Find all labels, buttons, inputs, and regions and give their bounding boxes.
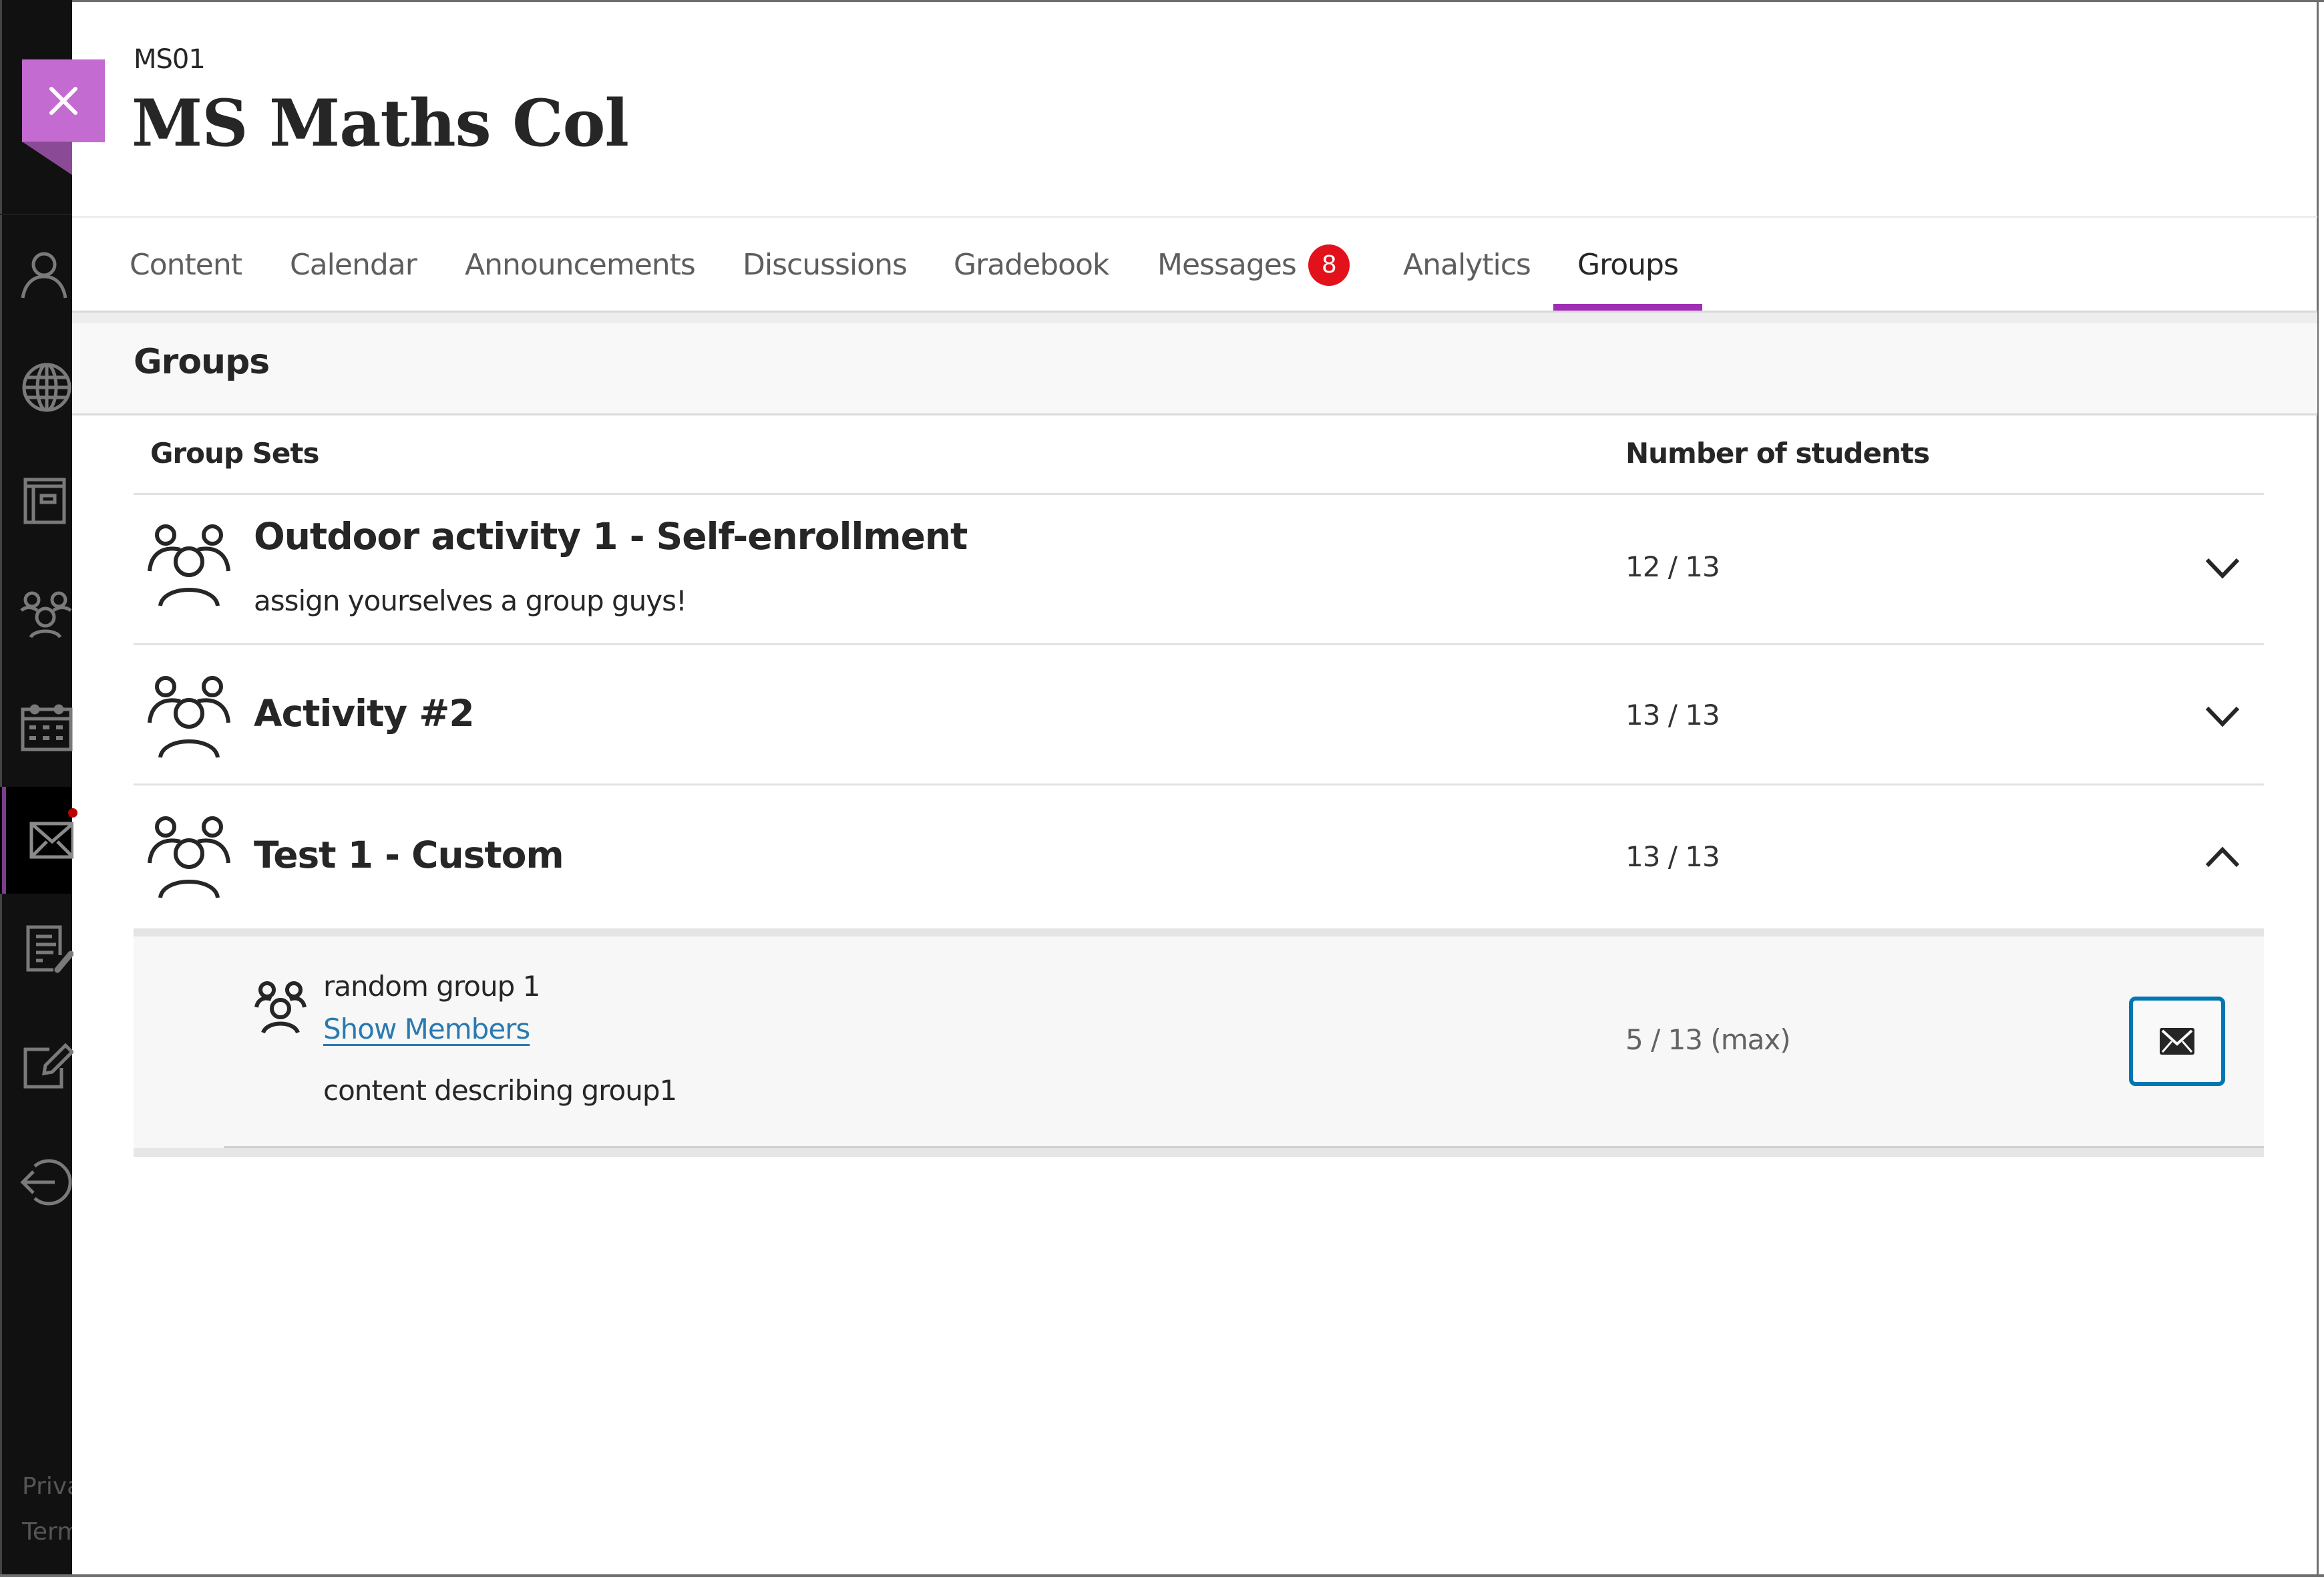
rail-item-sign-out[interactable] xyxy=(20,1156,73,1209)
course-tabs: Content Calendar Announcements Discussio… xyxy=(72,218,2317,312)
tab-label: Announcements xyxy=(465,248,696,282)
rail-item-courses[interactable] xyxy=(20,474,73,528)
window-bottom-border xyxy=(0,1574,2324,1577)
rail-item-calendar[interactable] xyxy=(20,701,73,755)
group-set-student-count: 13 / 13 xyxy=(1625,699,1720,731)
messages-count-badge: 8 xyxy=(1308,244,1350,286)
grades-icon xyxy=(26,925,74,973)
group-set-description: assign yourselves a group guys! xyxy=(254,584,687,617)
show-members-link[interactable]: Show Members xyxy=(323,1013,530,1045)
group-set-title: Test 1 - Custom xyxy=(254,834,564,876)
groups-icon xyxy=(148,524,230,606)
rail-item-profile[interactable] xyxy=(20,247,73,301)
group-set-icon xyxy=(147,523,231,607)
group-set-row[interactable]: Activity #2 13 / 13 xyxy=(134,645,2264,785)
close-tag-fold xyxy=(22,142,72,175)
group-student-count: 5 / 13 (max) xyxy=(1625,1023,1791,1056)
chevron-up-icon xyxy=(2205,846,2240,868)
tab-label: Analytics xyxy=(1403,248,1531,282)
group-set-title: Activity #2 xyxy=(254,692,475,735)
tab-label: Groups xyxy=(1577,248,1679,282)
group-set-title: Outdoor activity 1 - Self-enrollment xyxy=(254,515,968,558)
groups-section-header: Groups xyxy=(72,323,2317,415)
tab-label: Messages xyxy=(1157,248,1297,282)
tab-messages[interactable]: Messages 8 xyxy=(1157,218,1350,312)
group-set-student-count: 13 / 13 xyxy=(1625,840,1720,873)
tabs-shadow xyxy=(72,313,2317,323)
tab-gradebook[interactable]: Gradebook xyxy=(954,218,1109,312)
group-icon xyxy=(254,981,307,1034)
tab-discussions[interactable]: Discussions xyxy=(743,218,908,312)
tab-label: Discussions xyxy=(743,248,908,282)
groups-icon xyxy=(148,676,230,758)
groups-icon xyxy=(148,816,230,898)
course-title: MS Maths Col xyxy=(132,85,629,161)
tab-label: Gradebook xyxy=(954,248,1109,282)
expanded-group-list: random group 1 Show Members content desc… xyxy=(134,928,2264,1157)
tab-label: Content xyxy=(130,248,242,282)
window-top-border xyxy=(0,0,2324,2)
group-description: content describing group1 xyxy=(323,1074,677,1107)
collapse-button[interactable] xyxy=(2200,835,2245,879)
groups-icon xyxy=(254,981,307,1034)
rail-item-organizations[interactable] xyxy=(20,588,73,641)
rail-item-institution[interactable] xyxy=(20,361,73,414)
tab-groups[interactable]: Groups xyxy=(1553,218,1702,312)
chevron-down-icon xyxy=(2205,558,2240,579)
envelope-icon xyxy=(2160,1028,2194,1055)
privacy-link[interactable]: Priva xyxy=(22,1473,72,1500)
expanded-bottom-bar xyxy=(134,1148,2264,1157)
tab-analytics[interactable]: Analytics xyxy=(1403,218,1531,312)
course-code: MS01 xyxy=(134,44,206,75)
rail-divider xyxy=(0,214,72,215)
column-header-group-sets: Group Sets xyxy=(150,437,319,470)
tab-calendar[interactable]: Calendar xyxy=(290,218,417,312)
calendar-icon xyxy=(21,704,73,751)
group-set-student-count: 12 / 13 xyxy=(1625,550,1720,583)
rail-active-indicator xyxy=(2,787,6,894)
group-set-icon xyxy=(147,815,231,899)
tab-announcements[interactable]: Announcements xyxy=(465,218,696,312)
close-course-button[interactable] xyxy=(22,59,105,142)
group-set-icon xyxy=(147,675,231,759)
edit-icon xyxy=(23,1043,75,1089)
column-header-number-of-students: Number of students xyxy=(1625,437,1930,470)
group-set-row-expanded[interactable]: Test 1 - Custom 13 / 13 xyxy=(134,785,2264,928)
chevron-down-icon xyxy=(2205,706,2240,727)
tab-content[interactable]: Content xyxy=(130,218,242,312)
section-title: Groups xyxy=(134,342,270,382)
courses-icon xyxy=(23,478,66,524)
group-name: random group 1 xyxy=(323,970,540,1003)
rail-item-grades[interactable] xyxy=(20,922,74,975)
envelope-icon xyxy=(29,822,75,859)
group-set-row[interactable]: Outdoor activity 1 - Self-enrollment ass… xyxy=(134,495,2264,645)
expanded-top-bar xyxy=(134,928,2264,936)
terms-link[interactable]: Term xyxy=(22,1518,72,1546)
messages-notification-dot xyxy=(68,808,77,818)
tab-label: Calendar xyxy=(290,248,417,282)
groups-icon xyxy=(20,591,72,639)
rail-item-assignments[interactable] xyxy=(20,1039,75,1092)
close-icon xyxy=(49,87,77,115)
expand-button[interactable] xyxy=(2200,695,2245,739)
user-icon xyxy=(21,252,67,299)
message-group-button[interactable] xyxy=(2129,997,2225,1086)
sign-out-icon xyxy=(20,1159,72,1206)
expand-button[interactable] xyxy=(2200,546,2245,590)
globe-icon xyxy=(22,363,71,412)
rail-item-messages[interactable] xyxy=(20,814,75,867)
